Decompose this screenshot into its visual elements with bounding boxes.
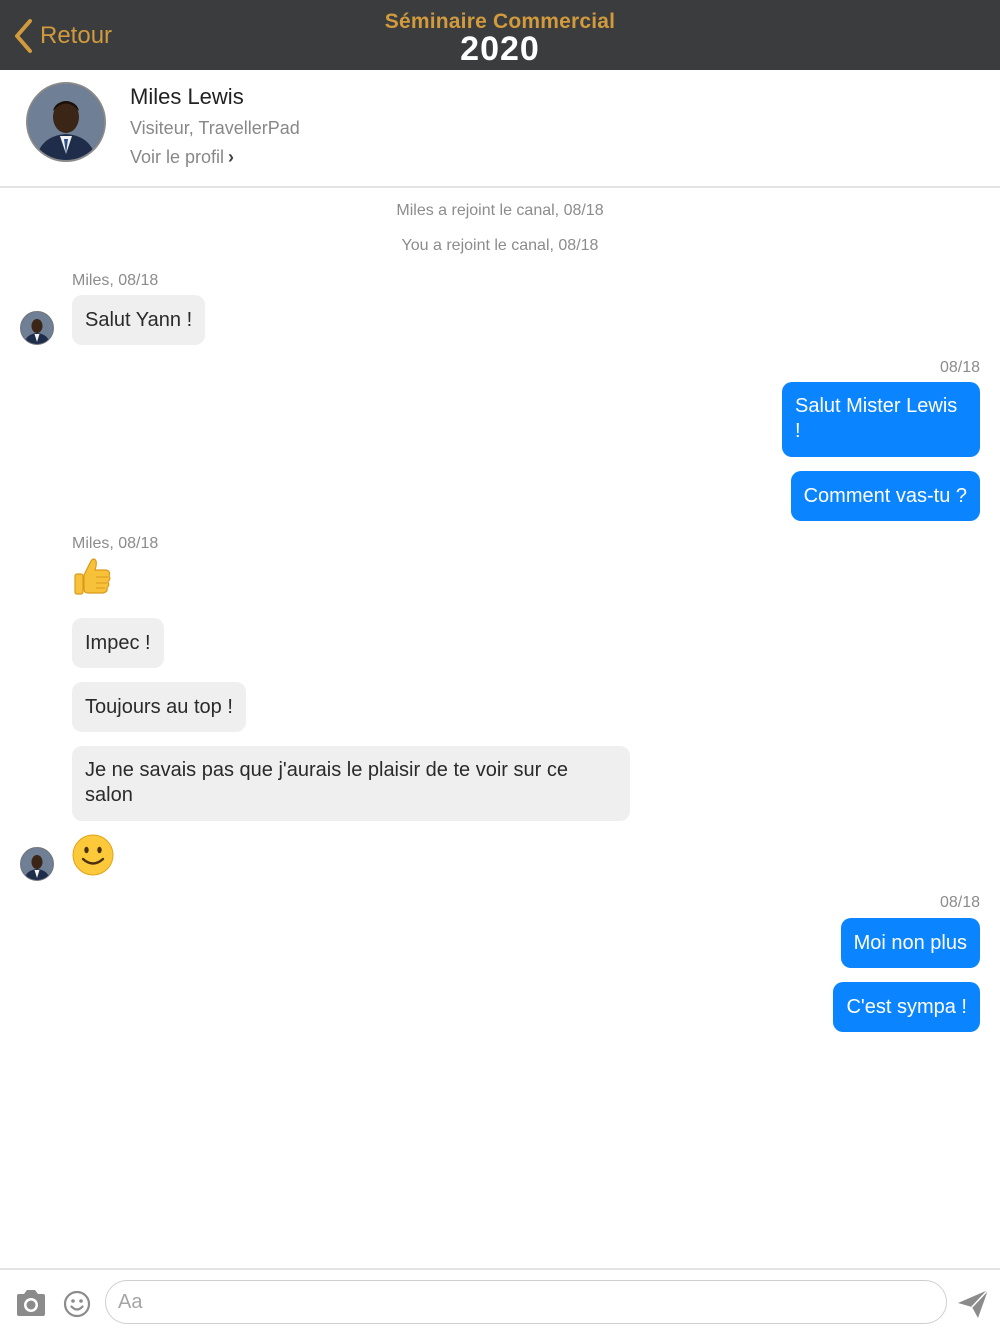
top-bar: Retour Séminaire Commercial 2020 <box>0 0 1000 70</box>
outgoing-message: Moi non plus <box>840 918 980 968</box>
avatar <box>20 847 54 881</box>
message-input[interactable] <box>105 1280 947 1324</box>
person-avatar-icon <box>21 312 53 344</box>
contact-profile: Miles Lewis Visiteur, TravellerPad Voir … <box>0 70 1000 188</box>
outgoing-message: C'est sympa ! <box>833 982 980 1032</box>
contact-name: Miles Lewis <box>130 84 244 109</box>
outgoing-message: Salut Mister Lewis ! <box>782 382 980 457</box>
outgoing-message: Comment vas-tu ? <box>790 471 980 521</box>
event-year: 2020 <box>460 30 540 68</box>
message-meta: 08/18 <box>939 359 980 376</box>
message-meta: Miles, 08/18 <box>72 535 159 552</box>
incoming-message: Je ne savais pas que j'aurais le plaisir… <box>72 746 630 821</box>
view-profile-link[interactable]: Voir le profil › <box>130 147 234 168</box>
event-logo: Séminaire Commercial 2020 <box>0 10 1000 68</box>
view-profile-label: Voir le profil <box>130 147 225 167</box>
incoming-message: Impec ! <box>72 618 164 668</box>
camera-icon <box>17 1290 45 1316</box>
thumbs-up-icon <box>74 558 111 595</box>
person-avatar-icon <box>28 84 104 160</box>
contact-role: Visiteur, TravellerPad <box>130 118 300 138</box>
thumbs-up-emoji <box>72 556 112 605</box>
system-message: You a rejoint le canal, 08/18 <box>401 237 599 254</box>
smiley-emoji <box>72 834 114 881</box>
avatar <box>20 311 54 345</box>
smiley-icon <box>63 1290 91 1318</box>
message-meta: 08/18 <box>939 894 980 911</box>
camera-button[interactable] <box>14 1288 48 1318</box>
incoming-message: Salut Yann ! <box>72 295 206 345</box>
send-button[interactable] <box>956 1288 990 1320</box>
person-avatar-icon <box>21 848 53 880</box>
system-message: Miles a rejoint le canal, 08/18 <box>396 202 604 219</box>
message-meta: Miles, 08/18 <box>72 272 159 289</box>
smiley-icon <box>72 834 114 876</box>
chevron-right-icon: › <box>228 147 235 167</box>
send-icon <box>958 1289 989 1318</box>
emoji-button[interactable] <box>63 1290 91 1318</box>
avatar[interactable] <box>26 82 106 162</box>
message-composer <box>0 1268 1000 1336</box>
incoming-message: Toujours au top ! <box>72 682 246 732</box>
